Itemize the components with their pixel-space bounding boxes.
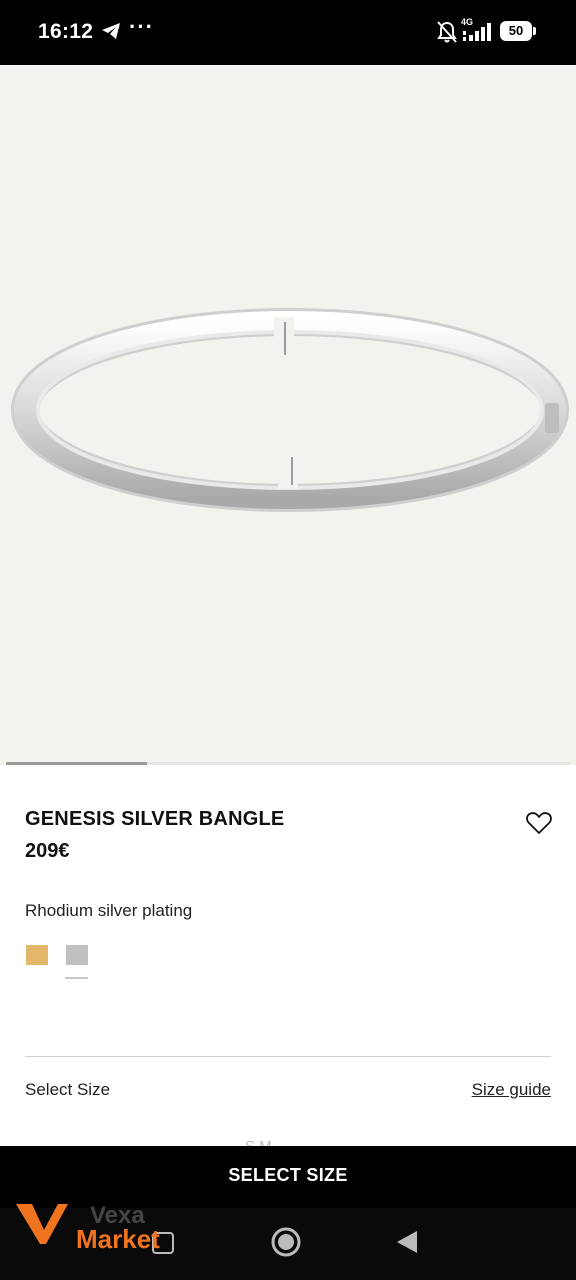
swatch-silver[interactable] <box>66 945 88 965</box>
signal-icon <box>463 23 491 41</box>
battery-level: 50 <box>500 21 532 41</box>
selected-swatch-indicator <box>65 977 88 979</box>
notifications-muted-icon <box>437 21 457 43</box>
carousel-indicator <box>6 762 570 765</box>
status-bar: 16:12 ··· 4G 50 <box>0 0 576 65</box>
swatch-gold[interactable] <box>26 945 48 965</box>
watermark-text-2: Market <box>76 1224 160 1254</box>
bangle-image <box>11 308 569 512</box>
home-icon[interactable] <box>270 1226 302 1258</box>
battery-icon: 50 <box>500 21 536 41</box>
product-title: GENESIS SILVER BANGLE <box>25 808 285 830</box>
watermark-logo-icon <box>16 1204 68 1244</box>
heart-icon <box>526 812 552 834</box>
select-size-label: Select Size <box>25 1080 111 1099</box>
size-guide-link[interactable]: Size guide <box>472 1080 551 1100</box>
wishlist-button[interactable] <box>524 808 554 838</box>
more-notifications-icon: ··· <box>129 14 154 39</box>
carousel-indicator-active <box>6 762 147 765</box>
product-image[interactable] <box>0 65 576 765</box>
back-icon[interactable] <box>396 1230 418 1254</box>
divider <box>25 1056 551 1057</box>
watermark: Vexa Market <box>14 1198 184 1258</box>
telegram-icon <box>102 23 120 39</box>
product-price: 209€ <box>25 840 70 862</box>
status-time: 16:12 <box>38 20 94 43</box>
finish-label: Rhodium silver plating <box>25 901 193 920</box>
